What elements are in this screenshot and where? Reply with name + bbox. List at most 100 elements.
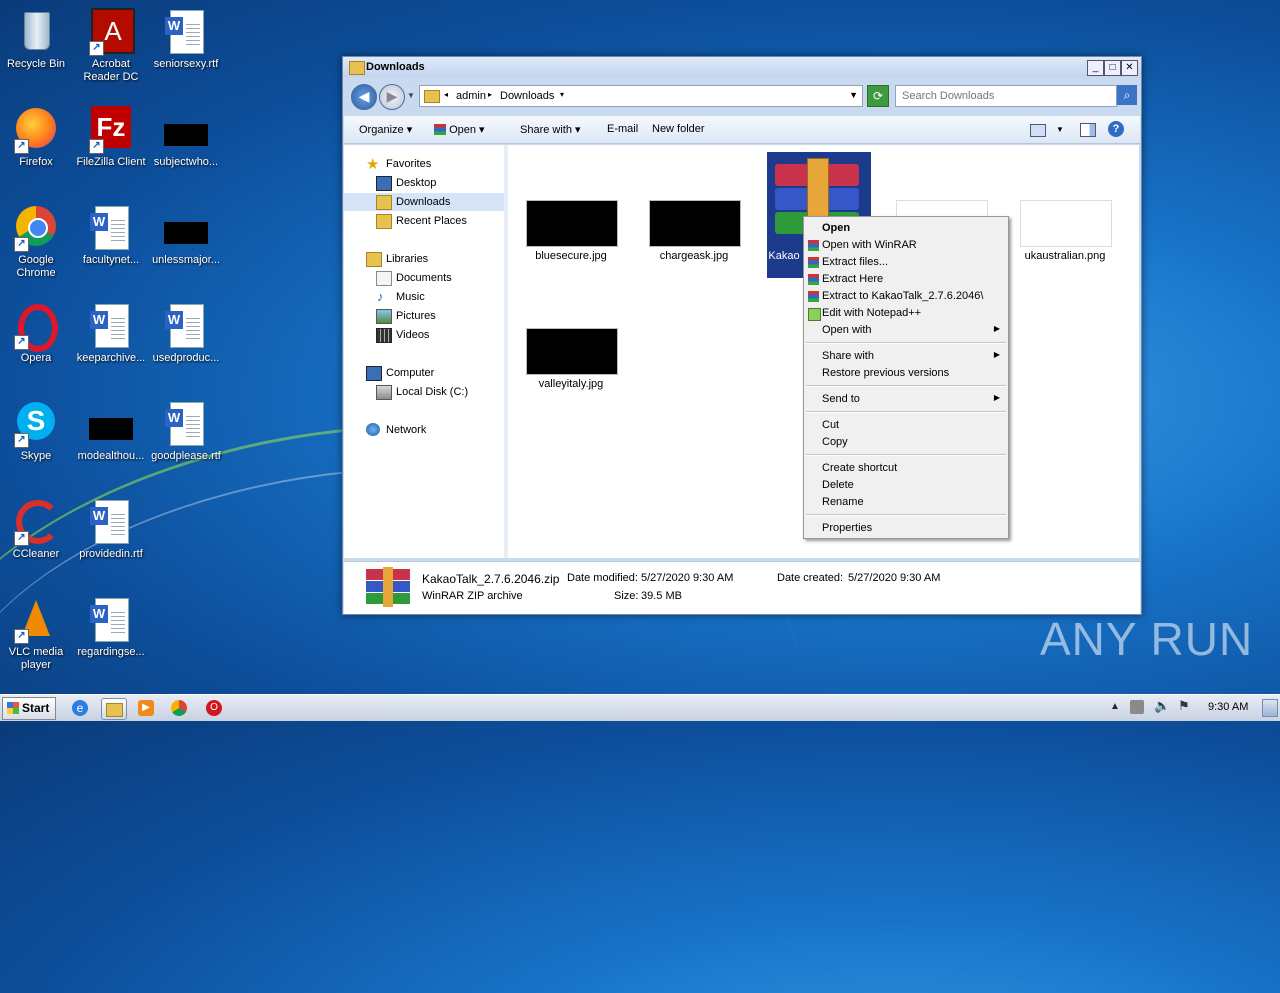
close-button[interactable]: ✕	[1121, 60, 1138, 76]
menu-rename[interactable]: Rename	[806, 494, 1006, 511]
nav-libraries[interactable]: Libraries	[344, 250, 504, 268]
desktop-icon-file[interactable]: W usedproduc...	[150, 302, 222, 365]
back-button[interactable]: ◀	[351, 84, 377, 110]
details-created-label: Date created:	[777, 572, 844, 584]
nav-local-disk[interactable]: Local Disk (C:)	[344, 383, 504, 401]
desktop-icon-acrobat[interactable]: A ↗ Acrobat Reader DC	[75, 8, 147, 84]
details-type: WinRAR ZIP archive	[422, 590, 523, 602]
desktop-icon-vlc[interactable]: ↗ VLC media player	[0, 596, 72, 672]
desktop-icon-chrome[interactable]: ↗ Google Chrome	[0, 204, 72, 280]
nav-music[interactable]: ♪ Music	[344, 288, 504, 306]
media-player-icon: ▶	[138, 700, 154, 716]
chevron-right-icon[interactable]: ▸	[488, 90, 492, 99]
acrobat-icon: A ↗	[87, 8, 135, 56]
chevron-down-icon[interactable]: ▾	[560, 90, 564, 99]
minimize-button[interactable]: _	[1087, 60, 1104, 76]
nav-network[interactable]: Network	[344, 421, 504, 439]
details-size-label: Size:	[614, 590, 639, 602]
breadcrumb-downloads[interactable]: Downloads	[500, 90, 554, 102]
refresh-button[interactable]: ⟳	[867, 85, 889, 107]
search-input[interactable]	[900, 89, 1104, 103]
recent-pages-dropdown[interactable]: ▼	[407, 91, 415, 100]
desktop-icon-file[interactable]: unlessmajor...	[150, 204, 222, 267]
desktop-icon-filezilla[interactable]: Fz ↗ FileZilla Client	[75, 106, 147, 169]
menu-copy[interactable]: Copy	[806, 434, 1006, 451]
menu-delete[interactable]: Delete	[806, 477, 1006, 494]
maximize-button[interactable]: □	[1104, 60, 1121, 76]
menu-separator	[806, 411, 1006, 413]
submenu-arrow-icon: ▶	[993, 324, 1000, 333]
desktop-icon-firefox[interactable]: ↗ Firefox	[0, 106, 72, 169]
details-size-value: 39.5 MB	[641, 590, 682, 602]
show-hidden-icons-button[interactable]: ▲	[1110, 701, 1120, 712]
desktop-icon-opera[interactable]: ↗ Opera	[0, 302, 72, 365]
desktop-icon-file[interactable]: W regardingse...	[75, 596, 147, 659]
winrar-icon	[808, 291, 819, 302]
menu-share-with[interactable]: Share with ▶	[806, 348, 1006, 365]
nav-downloads[interactable]: Downloads	[344, 193, 504, 211]
menu-properties[interactable]: Properties	[806, 520, 1006, 537]
desktop-icon-skype[interactable]: S ↗ Skype	[0, 400, 72, 463]
menu-send-to[interactable]: Send to ▶	[806, 391, 1006, 408]
clock[interactable]: 9:30 AM	[1208, 701, 1248, 713]
share-with-button[interactable]: Share with ▾	[520, 123, 581, 136]
menu-edit-notepadpp[interactable]: Edit with Notepad++	[806, 305, 1006, 322]
desktop-icon-file[interactable]: W providedin.rtf	[75, 498, 147, 561]
menu-open-with[interactable]: Open with ▶	[806, 322, 1006, 339]
menu-extract-to[interactable]: Extract to KakaoTalk_2.7.6.2046\	[806, 288, 1006, 305]
help-icon[interactable]: ?	[1108, 121, 1124, 137]
desktop-icon-file[interactable]: subjectwho...	[150, 106, 222, 169]
menu-open[interactable]: Open	[806, 220, 1006, 237]
desktop-icon-file[interactable]: W seniorsexy.rtf	[150, 8, 222, 71]
show-desktop-button[interactable]	[1262, 699, 1278, 717]
view-options-icon[interactable]	[1030, 124, 1046, 137]
search-icon[interactable]: ⌕	[1117, 85, 1137, 105]
new-folder-button[interactable]: New folder	[652, 123, 705, 135]
music-icon: ♪	[377, 289, 384, 304]
opera-taskbar-button[interactable]: O	[204, 698, 224, 718]
desktop-icon-file[interactable]: W goodplease.rtf	[150, 400, 222, 463]
breadcrumb-admin[interactable]: admin	[456, 90, 486, 102]
preview-pane-icon[interactable]	[1080, 123, 1096, 137]
open-button[interactable]: Open ▾	[434, 123, 485, 136]
submenu-arrow-icon: ▶	[993, 393, 1000, 402]
nav-computer[interactable]: Computer	[344, 364, 504, 382]
network-tray-icon[interactable]	[1130, 700, 1144, 714]
forward-button[interactable]: ▶	[379, 84, 405, 110]
organize-button[interactable]: Organize ▾	[359, 123, 412, 136]
explorer-taskbar-button[interactable]	[101, 698, 127, 720]
desktop-icon-ccleaner[interactable]: ↗ CCleaner	[0, 498, 72, 561]
menu-cut[interactable]: Cut	[806, 417, 1006, 434]
email-button[interactable]: E-mail	[607, 123, 638, 135]
chevron-down-icon[interactable]: ▼	[1056, 125, 1064, 134]
menu-extract-here[interactable]: Extract Here	[806, 271, 1006, 288]
nav-favorites[interactable]: ★ Favorites	[344, 155, 504, 173]
start-button[interactable]: Start	[2, 697, 56, 720]
menu-open-with-winrar[interactable]: Open with WinRAR	[806, 237, 1006, 254]
nav-videos[interactable]: Videos	[344, 326, 504, 344]
action-center-flag-icon[interactable]: ⚑	[1178, 698, 1190, 714]
details-modified-value: 5/27/2020 9:30 AM	[641, 572, 734, 584]
menu-extract-files[interactable]: Extract files...	[806, 254, 1006, 271]
menu-restore-previous[interactable]: Restore previous versions	[806, 365, 1006, 382]
title-bar[interactable]: Downloads _ □ ✕	[343, 57, 1141, 77]
media-player-taskbar-button[interactable]: ▶	[136, 698, 156, 718]
ie-taskbar-button[interactable]: e	[70, 698, 90, 718]
desktop-icon-recycle-bin[interactable]: Recycle Bin	[0, 8, 72, 71]
volume-icon[interactable]: 🔈	[1154, 698, 1170, 714]
nav-desktop[interactable]: Desktop	[344, 174, 504, 192]
desktop-icon-file[interactable]: W keeparchive...	[75, 302, 147, 365]
chrome-taskbar-button[interactable]	[169, 698, 189, 718]
word-doc-icon: W	[87, 596, 135, 644]
address-bar[interactable]: ◂ admin ▸ Downloads ▾ ▼	[419, 85, 863, 107]
nav-pictures[interactable]: Pictures	[344, 307, 504, 325]
nav-documents[interactable]: Documents	[344, 269, 504, 287]
menu-create-shortcut[interactable]: Create shortcut	[806, 460, 1006, 477]
address-dropdown[interactable]: ▼	[849, 90, 858, 100]
nav-recent-places[interactable]: Recent Places	[344, 212, 504, 230]
desktop-icon-file[interactable]: modealthou...	[75, 400, 147, 463]
desktop-icon-file[interactable]: W facultynet...	[75, 204, 147, 267]
menu-separator	[806, 385, 1006, 387]
search-box[interactable]	[895, 85, 1117, 107]
folder-icon	[106, 703, 123, 717]
